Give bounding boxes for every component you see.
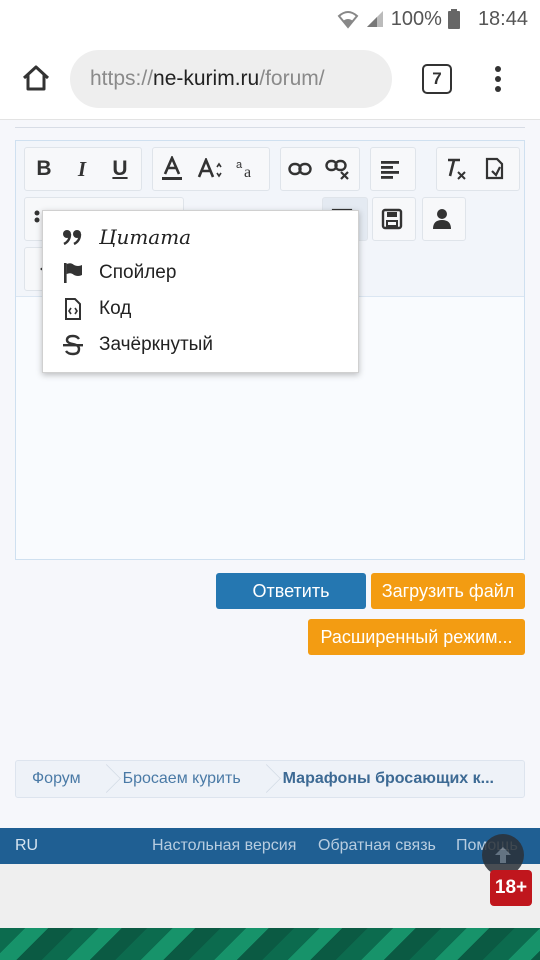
menu-item-label: Код (99, 298, 132, 319)
undo-button[interactable] (475, 149, 513, 189)
unlink-button[interactable] (319, 149, 357, 189)
link-group (280, 147, 360, 191)
url-host: ne-kurim.ru (153, 67, 260, 90)
breadcrumb: Форум Бросаем курить Марафоны бросающих … (15, 760, 525, 798)
font-family-button[interactable]: aa (229, 149, 267, 189)
remove-format-button[interactable] (437, 149, 475, 189)
wifi-icon (337, 9, 359, 29)
remove-format-icon (448, 158, 466, 180)
link-button[interactable] (281, 149, 319, 189)
unlink-icon (325, 159, 349, 180)
arrow-up-icon (495, 847, 511, 863)
undo-icon (485, 157, 504, 180)
font-color-button[interactable] (153, 149, 191, 189)
mention-button[interactable] (423, 199, 461, 239)
footer-link-feedback[interactable]: Обратная связь (318, 837, 436, 855)
breadcrumb-item-quit-smoking[interactable]: Бросаем курить (107, 761, 255, 797)
tabs-button[interactable]: 7 (422, 64, 452, 94)
battery-icon (447, 9, 460, 29)
language-selector[interactable]: RU (15, 837, 38, 855)
age-rating-text: 18+ (494, 877, 528, 898)
menu-item-quote[interactable]: Цитата (43, 219, 358, 255)
clock: 18:44 (477, 7, 528, 30)
svg-text:a: a (236, 159, 243, 171)
tab-count: 7 (432, 69, 442, 88)
upload-file-button[interactable]: Загрузить файл (371, 573, 525, 609)
italic-icon: I (77, 156, 87, 181)
menu-dot-icon (495, 76, 501, 82)
underline-button[interactable]: U (101, 149, 139, 189)
breadcrumb-item-forum[interactable]: Форум (16, 761, 95, 797)
advanced-mode-button[interactable]: Расширенный режим... (308, 619, 525, 655)
site-footer: RU Настольная версия Обратная связь Помо… (0, 828, 540, 864)
menu-dot-icon (495, 86, 501, 92)
browser-toolbar: https://ne-kurim.ru/forum/ 7 (0, 38, 540, 120)
signal-icon (365, 9, 385, 29)
quote-icon (61, 225, 85, 249)
upload-label: Загрузить файл (381, 580, 515, 601)
user-icon (433, 209, 451, 229)
font-size-button[interactable] (191, 149, 229, 189)
menu-item-strikethrough[interactable]: Зачёркнутый (43, 327, 358, 363)
underline-icon: U (112, 157, 128, 180)
font-group: aa (152, 147, 270, 191)
banner-strip[interactable] (0, 928, 540, 960)
menu-item-code[interactable]: Код (43, 291, 358, 327)
menu-item-label: Цитата (99, 225, 192, 249)
home-button[interactable] (18, 60, 54, 96)
italic-button[interactable]: I (63, 149, 101, 189)
browser-menu-button[interactable] (486, 62, 510, 96)
divider (15, 120, 525, 128)
url-bar[interactable]: https://ne-kurim.ru/forum/ (70, 50, 392, 108)
breadcrumb-separator (255, 761, 267, 797)
bold-button[interactable]: B (25, 149, 63, 189)
font-family-icon: aa (236, 159, 251, 180)
text-style-group: B I U (24, 147, 142, 191)
format-group (436, 147, 520, 191)
footer-link-desktop[interactable]: Настольная версия (152, 837, 296, 855)
menu-item-spoiler[interactable]: Спойлер (43, 255, 358, 291)
menu-item-label: Зачёркнутый (99, 334, 213, 355)
menu-dot-icon (495, 66, 501, 72)
strikethrough-icon (61, 333, 85, 357)
url-scheme: https:// (90, 67, 154, 90)
bold-icon: B (36, 157, 52, 180)
menu-item-label: Спойлер (99, 262, 177, 283)
url-path: /forum/ (259, 67, 325, 90)
save-draft-button[interactable] (373, 199, 411, 239)
font-color-icon (162, 156, 182, 180)
font-size-icon (197, 158, 222, 178)
code-file-icon (61, 297, 85, 321)
align-group (370, 147, 416, 191)
page-bottom-area (0, 864, 540, 928)
draft-group (372, 197, 416, 241)
reply-button[interactable]: Ответить (216, 573, 366, 609)
flag-icon (61, 261, 85, 285)
breadcrumb-separator (95, 761, 107, 797)
home-icon (22, 65, 50, 91)
align-button[interactable] (371, 149, 409, 189)
link-icon (288, 162, 312, 176)
advanced-label: Расширенный режим... (320, 626, 513, 647)
status-bar: 100% 18:44 (0, 0, 540, 38)
svg-text:a: a (244, 164, 251, 180)
align-icon (381, 161, 399, 179)
save-draft-icon (381, 208, 403, 230)
age-rating-badge: 18+ (490, 870, 532, 906)
mention-group (422, 197, 466, 241)
battery-percent: 100% (390, 7, 442, 30)
breadcrumb-item-marathons[interactable]: Марафоны бросающих к... (267, 761, 508, 797)
reply-label: Ответить (252, 580, 330, 601)
insert-dropdown-menu: Цитата Спойлер Код Зачёркнутый (42, 210, 359, 373)
